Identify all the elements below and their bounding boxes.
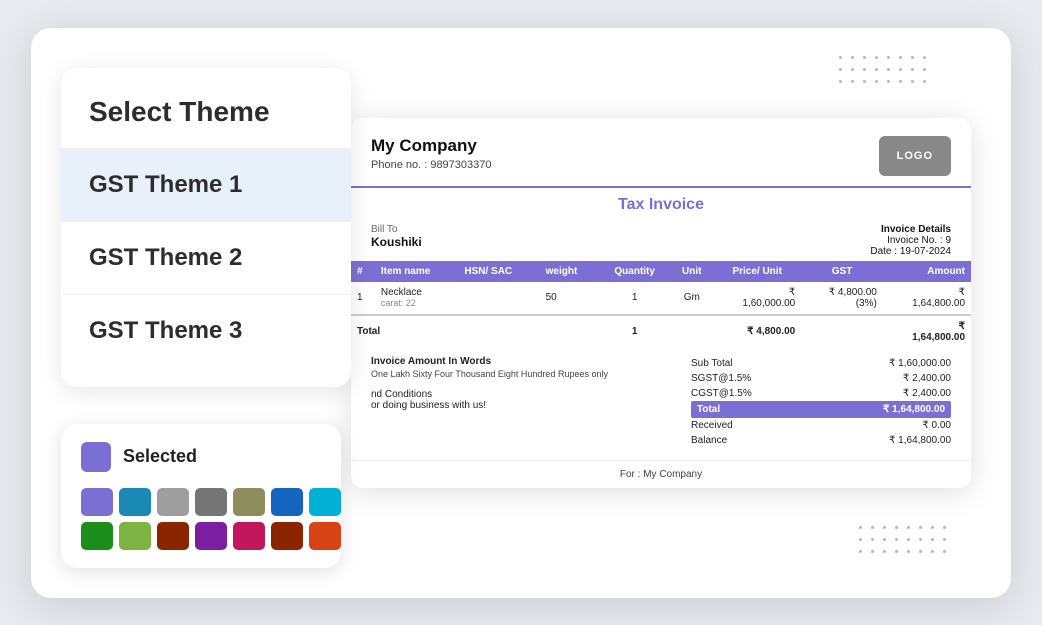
- color-swatch-10[interactable]: [195, 522, 227, 550]
- logo-box: LOGO: [879, 136, 951, 176]
- cell-unit: Gm: [670, 282, 713, 315]
- balance-row: Balance ₹ 1,64,800.00: [691, 433, 951, 448]
- terms-text: or doing business with us!: [371, 400, 691, 411]
- color-swatch-4[interactable]: [233, 488, 265, 516]
- total-hl-value: ₹ 1,64,800.00: [883, 404, 945, 415]
- col-gst: GST: [801, 261, 883, 282]
- col-weight: weight: [540, 261, 599, 282]
- color-swatch-3[interactable]: [195, 488, 227, 516]
- table-header-row: # Item name HSN/ SAC weight Quantity Uni…: [351, 261, 971, 282]
- cell-item: Necklace carat: 22: [375, 282, 459, 315]
- company-info: My Company Phone no. : 9897303370: [371, 136, 492, 171]
- company-name: My Company: [371, 136, 492, 156]
- subtotal-row: Sub Total ₹ 1,60,000.00: [691, 356, 951, 371]
- theme-panel: Select Theme GST Theme 1 GST Theme 2 GST…: [61, 68, 351, 387]
- col-item: Item name: [375, 261, 459, 282]
- summary-right: Sub Total ₹ 1,60,000.00 SGST@1.5% ₹ 2,40…: [691, 356, 951, 448]
- terms-section: nd Conditions or doing business with us!: [371, 389, 691, 411]
- total-amount: ₹1,64,800.00: [883, 315, 971, 348]
- total-row: Total 1 ₹ 4,800.00 ₹1,64,800.00: [351, 315, 971, 348]
- received-label: Received: [691, 420, 733, 431]
- balance-label: Balance: [691, 435, 727, 446]
- summary-left: Invoice Amount In Words One Lakh Sixty F…: [371, 356, 691, 448]
- cell-gst: ₹ 4,800.00(3%): [801, 282, 883, 315]
- cell-weight: 50: [540, 282, 599, 315]
- color-swatch-0[interactable]: [81, 488, 113, 516]
- color-swatch-2[interactable]: [157, 488, 189, 516]
- invoice-no: Invoice No. : 9: [870, 235, 951, 246]
- cell-num: 1: [351, 282, 375, 315]
- theme-item-1[interactable]: GST Theme 1: [61, 148, 351, 221]
- cgst-row: CGST@1.5% ₹ 2,400.00: [691, 386, 951, 401]
- selected-label: Selected: [123, 446, 197, 467]
- color-swatch-9[interactable]: [157, 522, 189, 550]
- color-swatch-5[interactable]: [271, 488, 303, 516]
- invoice-header: My Company Phone no. : 9897303370 LOGO: [351, 118, 971, 188]
- invoice-bill-row: Bill To Koushiki Invoice Details Invoice…: [351, 220, 971, 261]
- cgst-value: ₹ 2,400.00: [903, 388, 951, 399]
- invoice-table: # Item name HSN/ SAC weight Quantity Uni…: [351, 261, 971, 348]
- color-grid: [81, 488, 321, 550]
- col-price: Price/ Unit: [713, 261, 801, 282]
- cell-hsn: [458, 282, 539, 315]
- invoice-details: Invoice Details Invoice No. : 9 Date : 1…: [870, 224, 951, 257]
- selected-row: Selected: [81, 442, 321, 472]
- invoice-details-label: Invoice Details: [870, 224, 951, 235]
- amount-words-title: Invoice Amount In Words: [371, 356, 691, 367]
- theme-panel-title: Select Theme: [61, 96, 351, 148]
- amount-words-text: One Lakh Sixty Four Thousand Eight Hundr…: [371, 369, 691, 379]
- color-swatch-8[interactable]: [119, 522, 151, 550]
- sgst-row: SGST@1.5% ₹ 2,400.00: [691, 371, 951, 386]
- total-gst: [801, 315, 883, 348]
- invoice-card: My Company Phone no. : 9897303370 LOGO T…: [351, 118, 971, 488]
- color-swatch-13[interactable]: [309, 522, 341, 550]
- invoice-title: Tax Invoice: [351, 188, 971, 220]
- bill-to-name: Koushiki: [371, 235, 422, 249]
- company-phone: Phone no. : 9897303370: [371, 159, 492, 171]
- received-row: Received ₹ 0.00: [691, 418, 951, 433]
- item-sub: carat: 22: [381, 298, 453, 308]
- main-container: // Will be generated inline Select Theme…: [31, 28, 1011, 598]
- invoice-summary: Invoice Amount In Words One Lakh Sixty F…: [351, 348, 971, 456]
- terms-title: nd Conditions: [371, 389, 691, 400]
- total-highlighted-row: Total ₹ 1,64,800.00: [691, 401, 951, 418]
- color-swatch-12[interactable]: [271, 522, 303, 550]
- cell-qty: 1: [599, 282, 670, 315]
- total-price: ₹ 4,800.00: [713, 315, 801, 348]
- color-panel: Selected: [61, 424, 341, 568]
- col-hsn: HSN/ SAC: [458, 261, 539, 282]
- color-swatch-11[interactable]: [233, 522, 265, 550]
- color-swatch-1[interactable]: [119, 488, 151, 516]
- color-swatch-7[interactable]: [81, 522, 113, 550]
- received-value: ₹ 0.00: [922, 420, 951, 431]
- sgst-value: ₹ 2,400.00: [903, 373, 951, 384]
- table-row: 1 Necklace carat: 22 50 1 Gm ₹1,60,000.0…: [351, 282, 971, 315]
- col-unit: Unit: [670, 261, 713, 282]
- dots-top-right: // Will be generated inline: [839, 56, 931, 88]
- cell-price: ₹1,60,000.00: [713, 282, 801, 315]
- theme-item-2[interactable]: GST Theme 2: [61, 221, 351, 294]
- theme-item-3[interactable]: GST Theme 3: [61, 294, 351, 367]
- col-amount: Amount: [883, 261, 971, 282]
- total-unit: [670, 315, 713, 348]
- col-qty: Quantity: [599, 261, 670, 282]
- cgst-label: CGST@1.5%: [691, 388, 752, 399]
- sgst-label: SGST@1.5%: [691, 373, 751, 384]
- col-num: #: [351, 261, 375, 282]
- cell-amount: ₹1,64,800.00: [883, 282, 971, 315]
- balance-value: ₹ 1,64,800.00: [889, 435, 951, 446]
- invoice-footer: For : My Company: [351, 460, 971, 488]
- dots-bottom-right: [859, 526, 951, 558]
- total-hl-label: Total: [697, 404, 720, 415]
- invoice-date: Date : 19-07-2024: [870, 246, 951, 257]
- selected-swatch: [81, 442, 111, 472]
- color-swatch-6[interactable]: [309, 488, 341, 516]
- total-label: Total: [351, 315, 599, 348]
- bill-to-section: Bill To Koushiki: [371, 224, 422, 257]
- total-qty: 1: [599, 315, 670, 348]
- subtotal-value: ₹ 1,60,000.00: [889, 358, 951, 369]
- item-name: Necklace: [381, 287, 453, 298]
- bill-to-label: Bill To: [371, 224, 422, 235]
- subtotal-label: Sub Total: [691, 358, 733, 369]
